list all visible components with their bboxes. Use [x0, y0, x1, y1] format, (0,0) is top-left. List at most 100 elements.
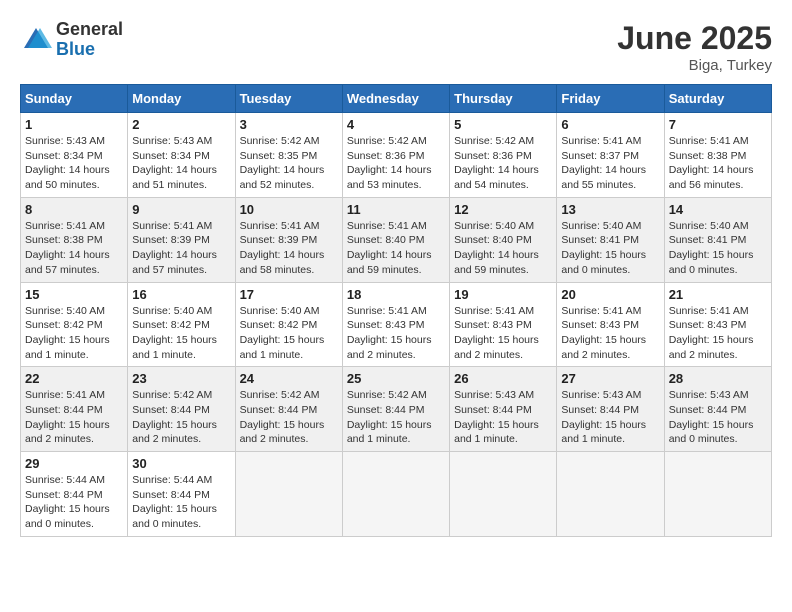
day-number: 21: [669, 287, 767, 302]
day-number: 16: [132, 287, 230, 302]
day-info: Sunrise: 5:40 AM Sunset: 8:41 PM Dayligh…: [561, 219, 659, 278]
day-info: Sunrise: 5:43 AM Sunset: 8:44 PM Dayligh…: [561, 388, 659, 447]
col-wednesday: Wednesday: [342, 85, 449, 113]
table-row: 29 Sunrise: 5:44 AM Sunset: 8:44 PM Dayli…: [21, 452, 128, 537]
day-info: Sunrise: 5:40 AM Sunset: 8:40 PM Dayligh…: [454, 219, 552, 278]
page-header: General Blue June 2025 Biga, Turkey: [20, 20, 772, 74]
calendar-week-5: 29 Sunrise: 5:44 AM Sunset: 8:44 PM Dayli…: [21, 452, 772, 537]
day-number: 9: [132, 202, 230, 217]
logo-general-text: General: [56, 20, 123, 40]
table-row: 14 Sunrise: 5:40 AM Sunset: 8:41 PM Dayli…: [664, 197, 771, 282]
table-row: 15Sunrise: 5:40 AM Sunset: 8:42 PM Dayli…: [21, 282, 128, 367]
table-row: 21 Sunrise: 5:41 AM Sunset: 8:43 PM Dayli…: [664, 282, 771, 367]
day-info: Sunrise: 5:41 AM Sunset: 8:37 PM Dayligh…: [561, 134, 659, 193]
day-number: 3: [240, 117, 338, 132]
calendar-week-3: 15Sunrise: 5:40 AM Sunset: 8:42 PM Dayli…: [21, 282, 772, 367]
day-info: Sunrise: 5:43 AM Sunset: 8:44 PM Dayligh…: [454, 388, 552, 447]
day-info: Sunrise: 5:42 AM Sunset: 8:44 PM Dayligh…: [347, 388, 445, 447]
day-number: 10: [240, 202, 338, 217]
table-row: 2 Sunrise: 5:43 AM Sunset: 8:34 PM Daylig…: [128, 113, 235, 198]
table-row: 24 Sunrise: 5:42 AM Sunset: 8:44 PM Dayli…: [235, 367, 342, 452]
day-info: Sunrise: 5:41 AM Sunset: 8:39 PM Dayligh…: [240, 219, 338, 278]
day-number: 26: [454, 371, 552, 386]
day-info: Sunrise: 5:41 AM Sunset: 8:39 PM Dayligh…: [132, 219, 230, 278]
day-info: Sunrise: 5:40 AM Sunset: 8:42 PM Dayligh…: [25, 304, 123, 363]
table-row: [235, 452, 342, 537]
day-info: Sunrise: 5:42 AM Sunset: 8:35 PM Dayligh…: [240, 134, 338, 193]
table-row: [557, 452, 664, 537]
day-number: 29: [25, 456, 123, 471]
table-row: 19 Sunrise: 5:41 AM Sunset: 8:43 PM Dayli…: [450, 282, 557, 367]
table-row: 17Sunrise: 5:40 AM Sunset: 8:42 PM Dayli…: [235, 282, 342, 367]
day-info: Sunrise: 5:44 AM Sunset: 8:44 PM Dayligh…: [25, 473, 123, 532]
title-block: June 2025 Biga, Turkey: [617, 20, 772, 74]
table-row: 18Sunrise: 5:41 AM Sunset: 8:43 PM Dayli…: [342, 282, 449, 367]
table-row: 28 Sunrise: 5:43 AM Sunset: 8:44 PM Dayli…: [664, 367, 771, 452]
day-number: 6: [561, 117, 659, 132]
day-info: Sunrise: 5:41 AM Sunset: 8:38 PM Dayligh…: [25, 219, 123, 278]
col-monday: Monday: [128, 85, 235, 113]
table-row: 9 Sunrise: 5:41 AM Sunset: 8:39 PM Daylig…: [128, 197, 235, 282]
table-row: 27 Sunrise: 5:43 AM Sunset: 8:44 PM Dayli…: [557, 367, 664, 452]
table-row: [664, 452, 771, 537]
table-row: 5 Sunrise: 5:42 AM Sunset: 8:36 PM Daylig…: [450, 113, 557, 198]
location: Biga, Turkey: [617, 57, 772, 74]
day-info: Sunrise: 5:43 AM Sunset: 8:34 PM Dayligh…: [132, 134, 230, 193]
day-number: 14: [669, 202, 767, 217]
table-row: 6 Sunrise: 5:41 AM Sunset: 8:37 PM Daylig…: [557, 113, 664, 198]
day-info: Sunrise: 5:43 AM Sunset: 8:44 PM Dayligh…: [669, 388, 767, 447]
day-info: Sunrise: 5:41 AM Sunset: 8:43 PM Dayligh…: [347, 304, 445, 363]
logo-icon: [20, 24, 52, 56]
day-info: Sunrise: 5:43 AM Sunset: 8:34 PM Dayligh…: [25, 134, 123, 193]
day-info: Sunrise: 5:42 AM Sunset: 8:44 PM Dayligh…: [240, 388, 338, 447]
day-info: Sunrise: 5:41 AM Sunset: 8:44 PM Dayligh…: [25, 388, 123, 447]
day-info: Sunrise: 5:41 AM Sunset: 8:43 PM Dayligh…: [561, 304, 659, 363]
table-row: 26 Sunrise: 5:43 AM Sunset: 8:44 PM Dayli…: [450, 367, 557, 452]
day-number: 27: [561, 371, 659, 386]
day-number: 24: [240, 371, 338, 386]
day-info: Sunrise: 5:41 AM Sunset: 8:38 PM Dayligh…: [669, 134, 767, 193]
day-number: 11: [347, 202, 445, 217]
day-number: 7: [669, 117, 767, 132]
table-row: 25 Sunrise: 5:42 AM Sunset: 8:44 PM Dayli…: [342, 367, 449, 452]
day-number: 22: [25, 371, 123, 386]
day-number: 19: [454, 287, 552, 302]
table-row: [450, 452, 557, 537]
day-number: 23: [132, 371, 230, 386]
col-friday: Friday: [557, 85, 664, 113]
day-info: Sunrise: 5:40 AM Sunset: 8:41 PM Dayligh…: [669, 219, 767, 278]
day-info: Sunrise: 5:42 AM Sunset: 8:44 PM Dayligh…: [132, 388, 230, 447]
month-year: June 2025: [617, 20, 772, 57]
table-row: 20 Sunrise: 5:41 AM Sunset: 8:43 PM Dayli…: [557, 282, 664, 367]
day-info: Sunrise: 5:42 AM Sunset: 8:36 PM Dayligh…: [347, 134, 445, 193]
logo: General Blue: [20, 20, 123, 60]
table-row: 4Sunrise: 5:42 AM Sunset: 8:36 PM Daylig…: [342, 113, 449, 198]
day-number: 1: [25, 117, 123, 132]
table-row: 7 Sunrise: 5:41 AM Sunset: 8:38 PM Daylig…: [664, 113, 771, 198]
day-number: 5: [454, 117, 552, 132]
day-info: Sunrise: 5:44 AM Sunset: 8:44 PM Dayligh…: [132, 473, 230, 532]
day-info: Sunrise: 5:42 AM Sunset: 8:36 PM Dayligh…: [454, 134, 552, 193]
day-number: 28: [669, 371, 767, 386]
day-number: 12: [454, 202, 552, 217]
table-row: [342, 452, 449, 537]
calendar-week-4: 22 Sunrise: 5:41 AM Sunset: 8:44 PM Dayli…: [21, 367, 772, 452]
day-number: 20: [561, 287, 659, 302]
day-number: 17: [240, 287, 338, 302]
col-tuesday: Tuesday: [235, 85, 342, 113]
day-info: Sunrise: 5:41 AM Sunset: 8:43 PM Dayligh…: [669, 304, 767, 363]
day-number: 25: [347, 371, 445, 386]
day-info: Sunrise: 5:41 AM Sunset: 8:40 PM Dayligh…: [347, 219, 445, 278]
table-row: 1 Sunrise: 5:43 AM Sunset: 8:34 PM Daylig…: [21, 113, 128, 198]
calendar-table: Sunday Monday Tuesday Wednesday Thursday…: [20, 84, 772, 537]
col-saturday: Saturday: [664, 85, 771, 113]
col-sunday: Sunday: [21, 85, 128, 113]
table-row: 10 Sunrise: 5:41 AM Sunset: 8:39 PM Dayli…: [235, 197, 342, 282]
day-info: Sunrise: 5:40 AM Sunset: 8:42 PM Dayligh…: [132, 304, 230, 363]
table-row: 12 Sunrise: 5:40 AM Sunset: 8:40 PM Dayli…: [450, 197, 557, 282]
table-row: 11 Sunrise: 5:41 AM Sunset: 8:40 PM Dayli…: [342, 197, 449, 282]
day-number: 2: [132, 117, 230, 132]
calendar-week-1: 1 Sunrise: 5:43 AM Sunset: 8:34 PM Daylig…: [21, 113, 772, 198]
col-thursday: Thursday: [450, 85, 557, 113]
day-info: Sunrise: 5:41 AM Sunset: 8:43 PM Dayligh…: [454, 304, 552, 363]
